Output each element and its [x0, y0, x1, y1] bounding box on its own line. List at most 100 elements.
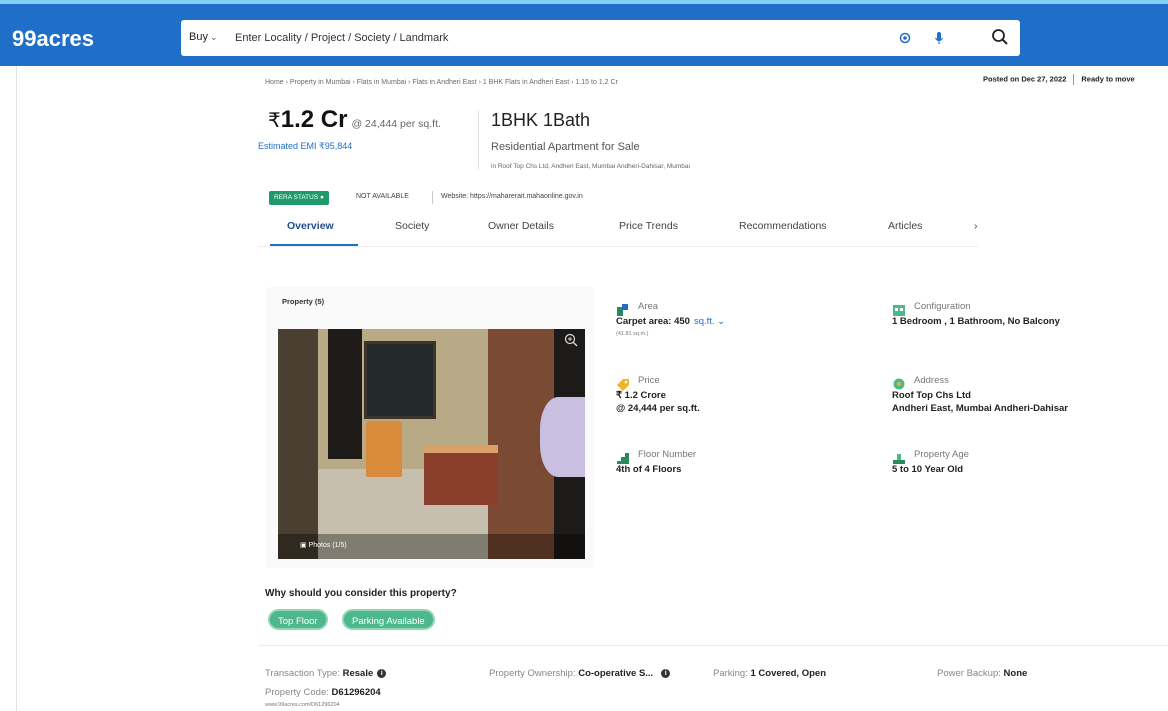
transaction-label: Transaction Type:: [265, 668, 340, 679]
floor-icon: [617, 453, 629, 464]
listing-subtitle: Residential Apartment for Sale: [491, 141, 640, 153]
highlight-chip-parking[interactable]: Parking Available: [342, 609, 435, 630]
fact-floor-label: Floor Number: [638, 449, 697, 460]
tab-overview[interactable]: Overview: [287, 220, 334, 232]
emi-link[interactable]: Estimated EMI ₹95,844: [258, 141, 352, 152]
posted-separator: [1073, 74, 1075, 85]
location-icon[interactable]: [899, 32, 911, 44]
fact-age-label: Property Age: [914, 449, 969, 460]
fact-floor-value: 4th of 4 Floors: [616, 464, 682, 475]
unit-dropdown[interactable]: sq.ft. ⌄: [694, 316, 725, 327]
ownership-value: Co-operative S...: [578, 668, 654, 679]
price-divider: [478, 111, 479, 169]
rera-status-badge[interactable]: RERA STATUS ●: [269, 191, 329, 205]
tab-price-trends[interactable]: Price Trends: [619, 220, 678, 232]
carpet-area: Carpet area: 450: [616, 316, 690, 327]
tab-recommendations[interactable]: Recommendations: [739, 220, 827, 232]
fact-area-sqm: (41.81 sq.m.): [616, 331, 649, 337]
ownership-label: Property Ownership:: [489, 668, 576, 679]
code-value: D61296204: [331, 687, 381, 698]
parking-label: Parking:: [713, 668, 748, 679]
active-tab-indicator: [270, 244, 358, 246]
photo-chair: [366, 421, 402, 477]
power-label: Power Backup:: [937, 668, 1001, 679]
property-age-icon: [893, 454, 905, 464]
fact-address-line2: Andheri East, Mumbai Andheri-Dahisar: [892, 403, 1068, 414]
image-icon: ▣: [300, 542, 307, 549]
fact-price-label: Price: [638, 375, 660, 386]
chevron-down-icon: ⌄: [717, 316, 726, 327]
transaction-type: Transaction Type: Resale i: [265, 668, 387, 679]
mic-icon[interactable]: [933, 31, 945, 45]
parking-value: 1 Covered, Open: [750, 668, 827, 679]
tab-articles[interactable]: Articles: [888, 220, 922, 232]
price-amount: 1.2 Cr: [280, 106, 348, 133]
buy-dropdown[interactable]: Buy ⌄: [189, 31, 218, 43]
fact-configuration-value: 1 Bedroom , 1 Bathroom, No Balcony: [892, 316, 1060, 327]
power-value: None: [1003, 668, 1028, 679]
tabs-next-arrow[interactable]: ›: [974, 220, 978, 232]
possession-status: Ready to move: [1081, 74, 1135, 84]
photo-cloth: [540, 397, 585, 477]
tab-society[interactable]: Society: [395, 220, 429, 232]
photo-wall-left: [278, 329, 318, 559]
parking-info: Parking: 1 Covered, Open: [713, 668, 826, 679]
fact-area-label: Area: [638, 301, 659, 312]
address-icon: [893, 378, 905, 390]
photo-bed: [424, 445, 498, 505]
fact-age-value: 5 to 10 Year Old: [892, 464, 964, 475]
search-icon[interactable]: [991, 28, 1009, 46]
photo-count-label: Property (5): [282, 297, 325, 306]
price-per-sqft: @ 24,444 per sq.ft.: [351, 118, 441, 130]
page: 99acres Buy⌄ Home › Property in Mumbai ›…: [0, 0, 1168, 711]
price-block: ₹1.2 Cr @ 24,444 per sq.ft.: [268, 106, 441, 134]
header-bar: 99acres Buy ⌄: [0, 0, 1168, 66]
search-input[interactable]: [235, 30, 835, 46]
details-divider: [258, 645, 1168, 646]
left-divider: [16, 66, 17, 711]
tabs-divider: [258, 246, 978, 247]
fact-configuration-label: Configuration: [914, 301, 971, 312]
area-icon: [617, 304, 628, 316]
rera-badge-label: RERA STATUS: [274, 194, 319, 201]
fact-price-value: ₹ 1.2 Crore: [616, 390, 666, 401]
code-label: Property Code:: [265, 687, 329, 698]
posted-info: Posted on Dec 27, 2022 Ready to move: [983, 74, 1135, 85]
listing-title: 1BHK 1Bath: [491, 110, 591, 130]
price-total: ₹1.2 Cr @ 24,444 per sq.ft.: [268, 106, 441, 134]
property-url[interactable]: www.99acres.com/D61296204: [265, 702, 340, 708]
buy-label: Buy: [189, 31, 208, 43]
search-bar: Buy ⌄: [181, 20, 1020, 56]
site-logo[interactable]: 99acres: [12, 26, 94, 52]
rera-website[interactable]: Website: https://maharerait.mahaonline.g…: [441, 193, 583, 200]
highlight-chip-top-floor[interactable]: Top Floor: [268, 609, 328, 630]
tab-owner-details[interactable]: Owner Details: [488, 220, 554, 232]
configuration-icon: [893, 305, 905, 316]
power-backup: Power Backup: None: [937, 668, 1027, 679]
info-icon[interactable]: i: [377, 668, 387, 678]
property-code: Property Code: D61296204: [265, 687, 381, 698]
photos-count: Photos (1/5): [308, 542, 347, 549]
info-icon[interactable]: i: [661, 668, 671, 678]
info-icon: ●: [320, 194, 324, 201]
unit-label: sq.ft.: [693, 316, 715, 327]
chevron-down-icon: ⌄: [209, 32, 218, 42]
price-tag-icon: [617, 379, 629, 391]
photos-caption[interactable]: ▣ Photos (1/5): [300, 541, 347, 549]
transaction-value: Resale: [342, 668, 374, 679]
rera-status-value: NOT AVAILABLE: [356, 193, 409, 200]
photo-curtain: [328, 329, 362, 459]
property-ownership: Property Ownership: Co-operative S... i: [489, 668, 671, 679]
zoom-icon[interactable]: [564, 333, 578, 347]
fact-price-per-sqft: @ 24,444 per sq.ft.: [616, 403, 700, 414]
property-photo[interactable]: ▣ Photos (1/5): [278, 329, 585, 559]
rera-separator: [432, 191, 433, 204]
fact-address-label: Address: [914, 375, 949, 386]
listing-address: in Roof Top Chs Ltd, Andheri East, Mumba…: [491, 163, 690, 170]
breadcrumb[interactable]: Home › Property in Mumbai › Flats in Mum…: [265, 79, 618, 86]
photo-window: [364, 341, 436, 419]
posted-date: Posted on Dec 27, 2022: [983, 74, 1067, 84]
fact-area-value: Carpet area: 450 sq.ft. ⌄: [616, 316, 725, 327]
rupee-symbol: ₹: [268, 110, 281, 132]
why-consider-heading: Why should you consider this property?: [265, 588, 457, 599]
